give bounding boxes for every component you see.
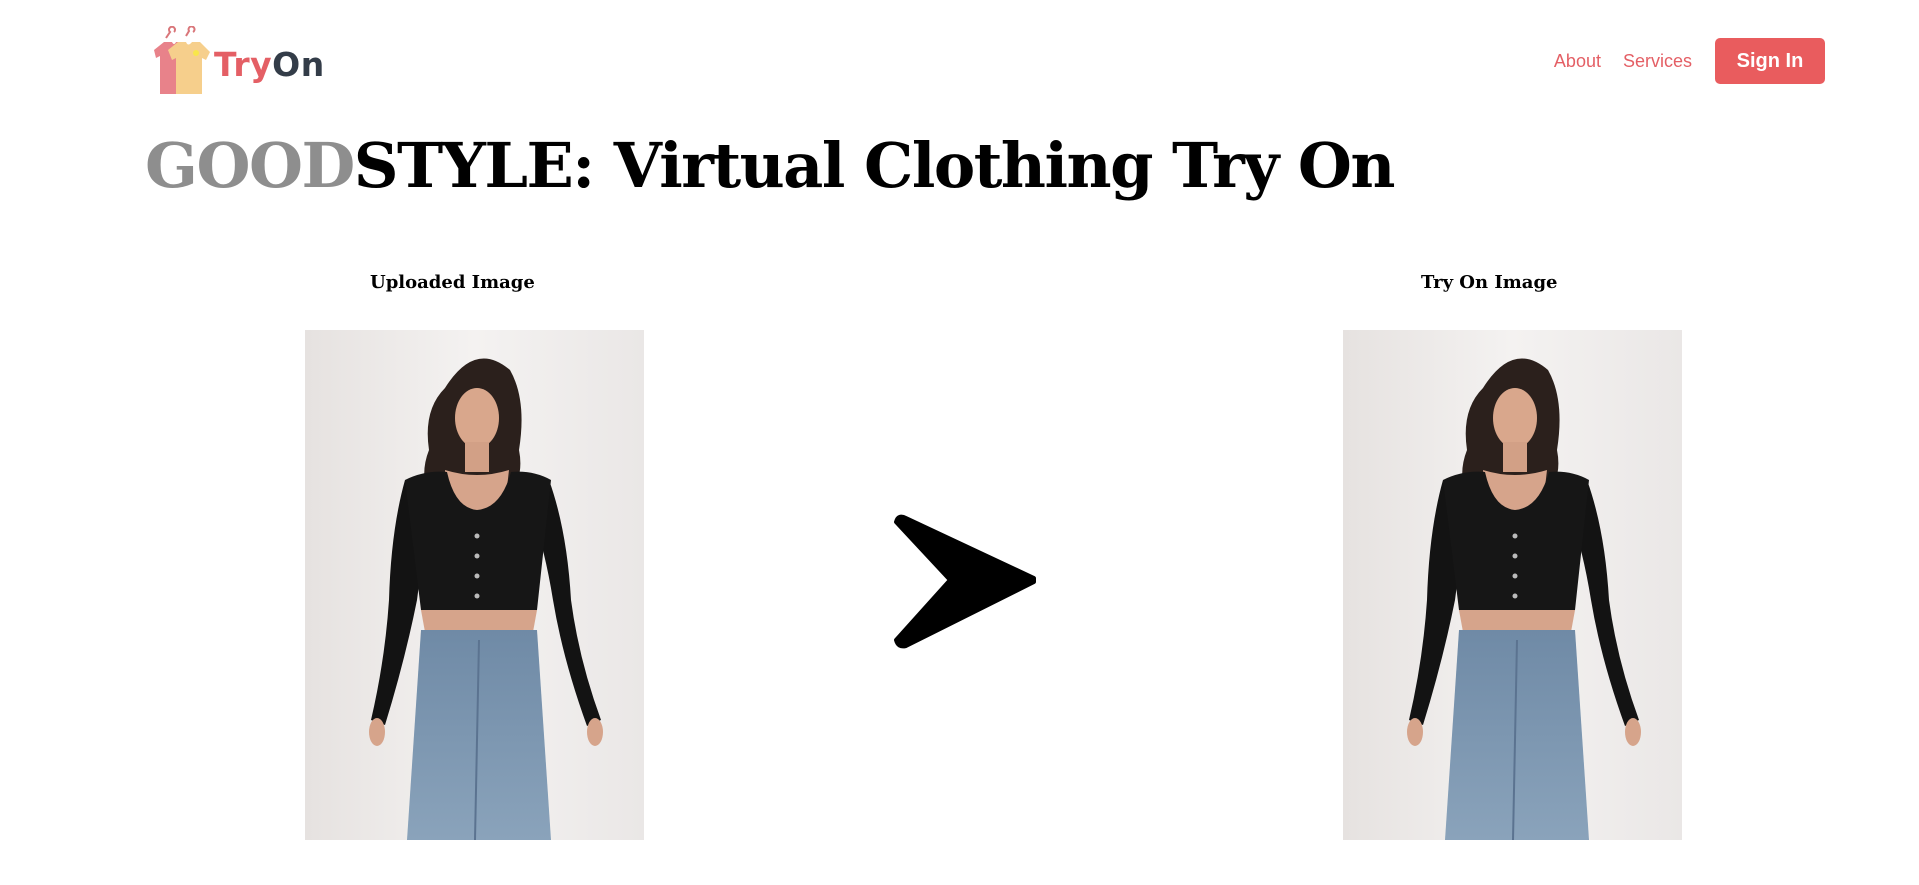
try-on-image-label: Try On Image [1421,272,1558,293]
arrow-right-icon [894,514,1036,649]
top-nav: About Services Sign In [1554,38,1825,84]
title-highlight: GOOD [145,129,355,202]
page: TryOn About Services Sign In GOODSTYLE: … [0,0,1919,885]
person-photo-icon [1343,330,1682,840]
sign-in-button[interactable]: Sign In [1715,38,1825,84]
brand-logo[interactable]: TryOn [146,26,326,96]
try-on-image[interactable] [1343,330,1682,840]
title-rest: STYLE: Virtual Clothing Try On [353,129,1396,202]
uploaded-image[interactable] [305,330,644,840]
uploaded-image-label: Uploaded Image [370,272,535,293]
brand-name: TryOn [214,44,325,84]
hanger-shirts-icon [154,26,210,94]
nav-about-link[interactable]: About [1554,51,1601,72]
page-title: GOODSTYLE: Virtual Clothing Try On [145,126,1396,206]
person-photo-icon [305,330,644,840]
nav-services-link[interactable]: Services [1623,51,1692,72]
